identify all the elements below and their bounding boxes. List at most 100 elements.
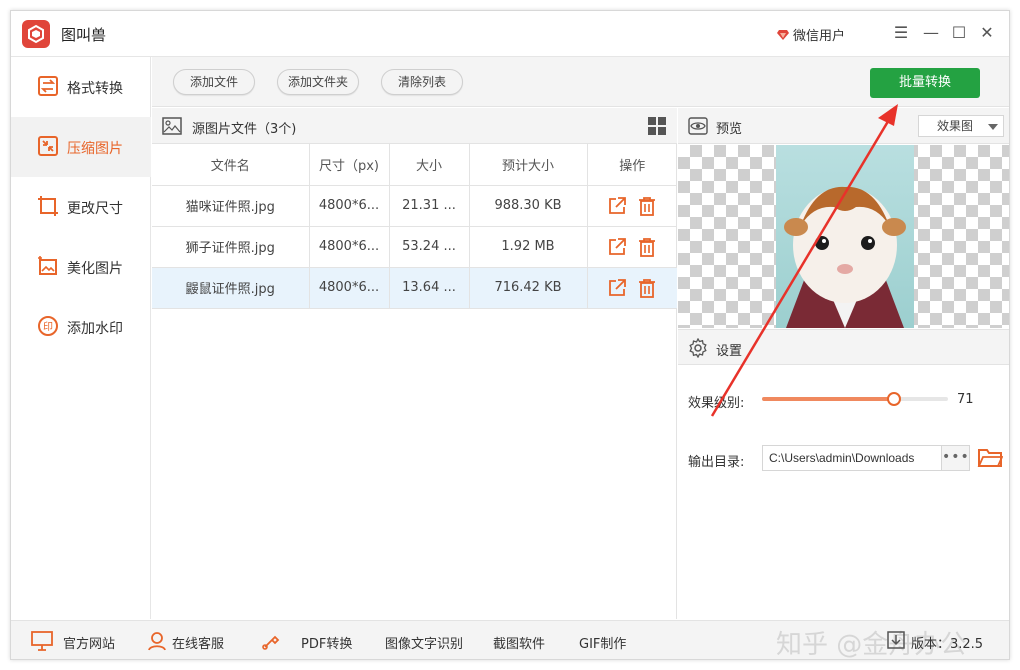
diamond-icon xyxy=(777,30,789,40)
open-external-icon[interactable] xyxy=(607,196,627,216)
sidebar-item-watermark[interactable]: 印 添加水印 xyxy=(11,297,151,357)
file-estimated-size: 716.42 KB xyxy=(469,267,588,309)
effect-level-label: 效果级别: xyxy=(688,396,745,411)
resize-icon xyxy=(38,196,58,216)
compress-icon xyxy=(38,136,58,156)
file-panel: 源图片文件（3个) 文件名 尺寸（px) 大小 预计大小 操作 猫咪证件照.jp… xyxy=(152,108,677,619)
delete-icon[interactable] xyxy=(637,237,657,257)
preview-mode-value: 效果图 xyxy=(937,119,974,133)
sidebar-item-label: 格式转换 xyxy=(67,81,123,97)
preview-header: 预览 效果图 xyxy=(678,108,1009,144)
preview-image xyxy=(776,145,914,328)
sidebar-item-label: 更改尺寸 xyxy=(67,201,123,217)
file-size: 21.31 ... xyxy=(389,185,470,227)
preview-title: 预览 xyxy=(716,122,743,137)
user-account[interactable]: 微信用户 xyxy=(777,25,845,44)
preview-canvas xyxy=(678,145,1009,328)
online-support-link[interactable]: 在线客服 xyxy=(172,633,224,652)
chevron-down-icon xyxy=(988,124,998,130)
output-dir-label: 输出目录: xyxy=(688,455,745,470)
sidebar-item-format-convert[interactable]: 格式转换 xyxy=(11,57,151,117)
add-folder-button[interactable]: 添加文件夹 xyxy=(277,69,359,95)
file-dimensions: 4800*6... xyxy=(309,226,390,268)
ocr-link[interactable]: 图像文字识别 xyxy=(385,633,463,652)
sidebar-item-label: 美化图片 xyxy=(67,261,123,277)
open-external-icon[interactable] xyxy=(607,278,627,298)
screenshot-link[interactable]: 截图软件 xyxy=(493,633,545,652)
file-size: 53.24 ... xyxy=(389,226,470,268)
file-panel-header: 源图片文件（3个) xyxy=(152,108,677,144)
sidebar-item-beautify[interactable]: 美化图片 xyxy=(11,237,151,297)
file-dimensions: 4800*6... xyxy=(309,267,390,309)
sidebar-item-resize[interactable]: 更改尺寸 xyxy=(11,177,151,237)
folder-icon[interactable] xyxy=(977,445,1003,469)
official-website-link[interactable]: 官方网站 xyxy=(63,633,115,652)
file-name: 鼹鼠证件照.jpg xyxy=(152,267,310,309)
footer-bar: 官方网站 在线客服 PDF转换 图像文字识别 截图软件 GIF制作 知乎 @金舟… xyxy=(11,620,1009,659)
browse-button[interactable]: ••• xyxy=(942,445,970,471)
pdf-convert-link[interactable]: PDF转换 xyxy=(301,633,352,652)
slider-thumb[interactable] xyxy=(887,392,901,406)
beautify-icon xyxy=(38,256,57,275)
table-row[interactable]: 狮子证件照.jpg 4800*6... 53.24 ... 1.92 MB xyxy=(152,226,677,268)
sidebar-item-label: 添加水印 xyxy=(67,321,123,337)
table-row-selected[interactable]: 鼹鼠证件照.jpg 4800*6... 13.64 ... 716.42 KB xyxy=(152,267,677,309)
format-convert-icon xyxy=(38,76,58,96)
app-logo-icon xyxy=(22,20,50,48)
update-icon xyxy=(887,631,905,649)
delete-icon[interactable] xyxy=(637,278,657,298)
file-estimated-size: 988.30 KB xyxy=(469,185,588,227)
file-actions xyxy=(587,185,677,227)
clear-list-button[interactable]: 清除列表 xyxy=(381,69,463,95)
slider-fill xyxy=(762,397,894,401)
title-bar: 图叫兽 微信用户 ☰ — ☐ ✕ xyxy=(11,11,1009,57)
grid-view-icon[interactable] xyxy=(648,117,666,135)
batch-convert-button[interactable]: 批量转换 xyxy=(870,68,980,98)
column-header-dimensions: 尺寸（px) xyxy=(309,144,390,186)
column-header-actions: 操作 xyxy=(587,144,677,186)
file-name: 猫咪证件照.jpg xyxy=(152,185,310,227)
column-header-filename: 文件名 xyxy=(152,144,310,186)
column-header-estimated-size: 预计大小 xyxy=(469,144,588,186)
support-icon xyxy=(148,632,166,651)
close-icon[interactable]: ✕ xyxy=(977,23,997,43)
column-header-size: 大小 xyxy=(389,144,470,186)
gear-icon xyxy=(689,338,707,358)
file-dimensions: 4800*6... xyxy=(309,185,390,227)
delete-icon[interactable] xyxy=(637,196,657,216)
menu-icon[interactable]: ☰ xyxy=(891,23,911,43)
add-file-button[interactable]: 添加文件 xyxy=(173,69,255,95)
preview-mode-select[interactable]: 效果图 xyxy=(918,115,1004,137)
maximize-icon[interactable]: ☐ xyxy=(949,23,969,43)
open-external-icon[interactable] xyxy=(607,237,627,257)
table-header-row: 文件名 尺寸（px) 大小 预计大小 操作 xyxy=(152,144,677,186)
svg-text:印: 印 xyxy=(43,321,53,333)
file-table: 文件名 尺寸（px) 大小 预计大小 操作 猫咪证件照.jpg 4800*6..… xyxy=(152,144,677,309)
version-label: 版本：3.2.5 xyxy=(911,637,984,652)
effect-level-value: 71 xyxy=(957,392,974,407)
app-title: 图叫兽 xyxy=(61,26,107,44)
file-size: 13.64 ... xyxy=(389,267,470,309)
gif-maker-link[interactable]: GIF制作 xyxy=(579,633,626,652)
file-actions xyxy=(587,267,677,309)
monitor-icon xyxy=(31,631,53,651)
settings-title: 设置 xyxy=(716,344,743,359)
minimize-icon[interactable]: — xyxy=(921,23,941,43)
file-actions xyxy=(587,226,677,268)
output-dir-input[interactable]: C:\Users\admin\Downloads xyxy=(762,445,942,471)
toolbar: 添加文件 添加文件夹 清除列表 批量转换 xyxy=(152,57,1009,107)
file-panel-title: 源图片文件（3个) xyxy=(192,122,297,137)
tools-icon xyxy=(262,635,280,650)
sidebar-item-label: 压缩图片 xyxy=(67,141,123,157)
settings-header: 设置 xyxy=(678,329,1009,365)
watermark-icon: 印 xyxy=(38,316,58,336)
file-estimated-size: 1.92 MB xyxy=(469,226,588,268)
image-icon xyxy=(162,117,182,135)
sidebar: 格式转换 压缩图片 更改尺寸 美化图片 印 添加水印 xyxy=(11,57,151,619)
sidebar-item-compress[interactable]: 压缩图片 xyxy=(11,117,151,177)
effect-level-slider[interactable] xyxy=(762,392,948,406)
table-row[interactable]: 猫咪证件照.jpg 4800*6... 21.31 ... 988.30 KB xyxy=(152,185,677,227)
eye-icon xyxy=(688,117,708,135)
app-window: 图叫兽 微信用户 ☰ — ☐ ✕ 格式转换 压缩图片 更改尺寸 美化图片 印 添… xyxy=(10,10,1010,660)
file-name: 狮子证件照.jpg xyxy=(152,226,310,268)
